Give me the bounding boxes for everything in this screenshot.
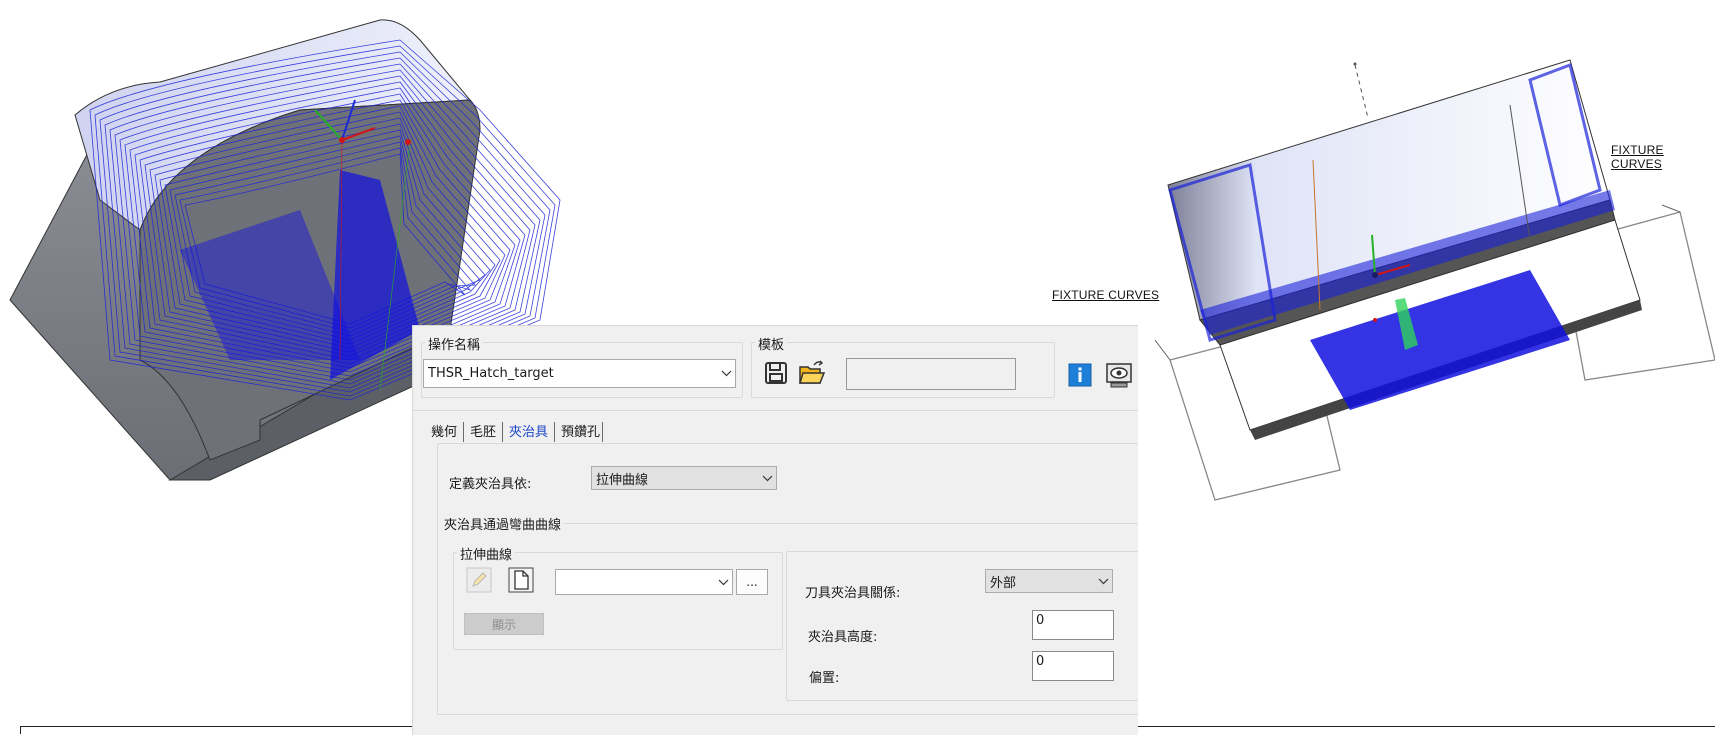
extrude-curve-label: 拉伸曲線 [457,544,516,563]
document-icon[interactable] [507,566,535,594]
template-name-field[interactable] [846,358,1016,390]
save-icon[interactable] [763,360,789,386]
fixture-parameters-dialog: 操作名稱 THSR_Hatch_target 模板 幾何 毛胚 夾治具 預鑽孔 … [412,325,1138,735]
right-3d-model-viewport[interactable] [1050,40,1715,510]
extrude-curve-group [453,552,783,650]
curve-select-combo[interactable] [555,569,733,595]
tab-stock[interactable]: 毛胚 [464,422,504,442]
chevron-down-icon [758,475,776,482]
tool-fixture-relation-select[interactable]: 外部 [985,569,1113,593]
fixture-curve-section-label: 夾治具通過彎曲曲線 [441,514,565,533]
browse-curve-button[interactable]: ... [736,569,768,595]
define-fixture-select[interactable]: 拉伸曲線 [591,466,777,490]
define-fixture-label: 定義夾治具依: [449,477,532,492]
define-fixture-value: 拉伸曲線 [596,472,649,488]
chevron-down-icon [714,579,732,586]
header-divider [413,410,1138,411]
fixture-height-input[interactable]: 0 [1032,610,1114,640]
tab-fixture[interactable]: 夾治具 [503,422,556,442]
open-folder-icon[interactable] [797,358,827,386]
tab-bar: 幾何 毛胚 夾治具 預鑽孔 [425,422,604,444]
operation-name-label: 操作名稱 [425,334,484,353]
operation-name-value: THSR_Hatch_target [428,366,554,381]
fixture-curves-label-left: FIXTURE CURVES [1052,288,1160,302]
offset-input[interactable]: 0 [1032,651,1114,681]
fixture-curves-label-right: FIXTURE CURVES [1611,143,1664,171]
preview-icon[interactable] [1104,360,1134,390]
edit-pencil-icon[interactable] [465,566,493,594]
tool-fixture-relation-label: 刀具夾治具關係: [805,586,901,601]
tab-geometry[interactable]: 幾何 [425,422,465,442]
tab-predrill[interactable]: 預鑽孔 [555,422,604,442]
show-button[interactable]: 顯示 [464,613,544,635]
fixture-height-label: 夾治具高度: [808,630,878,645]
template-label: 模板 [755,334,788,353]
offset-label: 偏置: [809,671,840,686]
info-icon[interactable] [1067,362,1093,388]
bottom-border-tick [20,726,21,734]
chevron-down-icon [717,370,735,377]
chevron-down-icon [1094,578,1112,585]
operation-name-combo[interactable]: THSR_Hatch_target [423,359,736,388]
tool-fixture-relation-value: 外部 [990,575,1017,591]
